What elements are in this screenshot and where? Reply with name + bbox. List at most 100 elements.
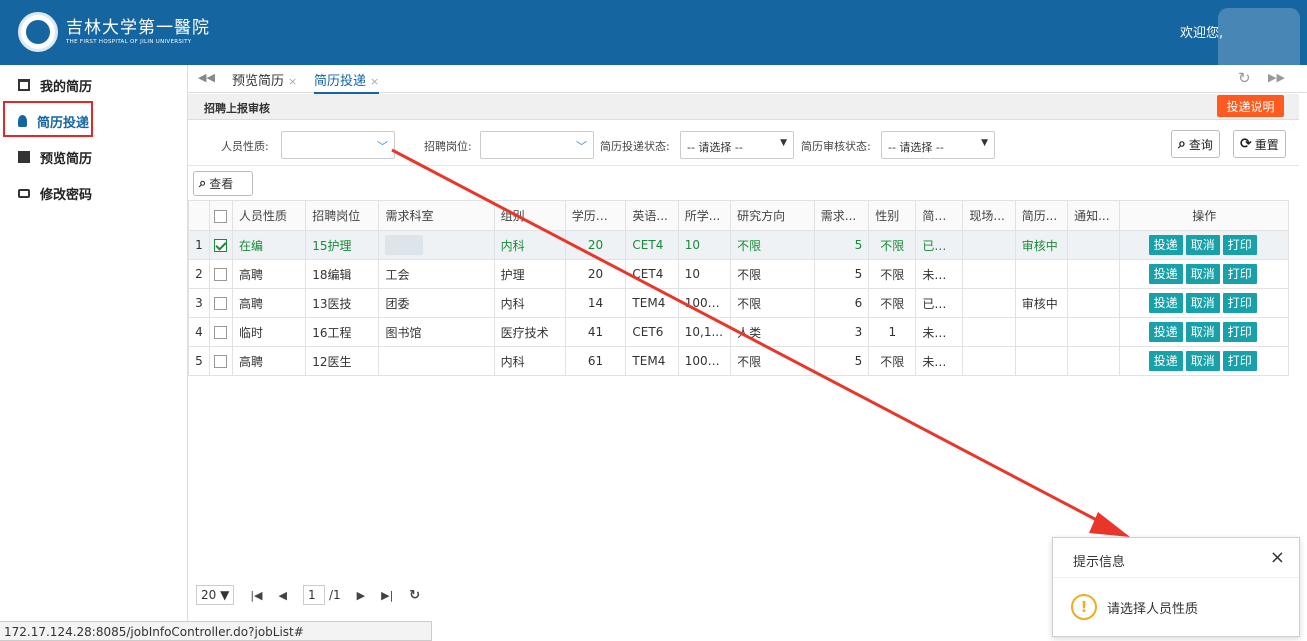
column-header[interactable]: 人员性质: [231, 200, 307, 231]
print-button[interactable]: 打印: [1222, 351, 1257, 371]
sidebar-item-label: 预览简历: [40, 151, 93, 167]
column-header[interactable]: 学历要求: [564, 200, 627, 231]
user-avatar-area[interactable]: [1218, 8, 1300, 65]
cell-resume: 已投递: [915, 230, 964, 260]
deliver-button[interactable]: 投递: [1148, 322, 1183, 342]
tab-scroll-right-icon[interactable]: ▶▶: [1268, 71, 1285, 84]
position-select[interactable]: ﹀: [480, 131, 594, 159]
last-page-icon[interactable]: ▶|: [381, 589, 393, 602]
column-header[interactable]: 所学...: [677, 200, 732, 231]
sidebar-item-change-password[interactable]: 修改密码: [0, 175, 187, 211]
reset-button[interactable]: ⟳ 重置: [1233, 130, 1286, 158]
cell-site: [962, 230, 1016, 260]
column-header[interactable]: 需求科室: [378, 200, 495, 231]
search-icon: ⌕: [199, 176, 207, 191]
row-number: 1: [188, 230, 210, 260]
column-header[interactable]: 性别: [868, 200, 917, 231]
search-icon: ⌕: [1178, 136, 1186, 152]
tab-resume-delivery[interactable]: 简历投递 ×: [314, 70, 380, 94]
refresh-icon[interactable]: ↻: [1238, 69, 1251, 87]
row-checkbox[interactable]: [208, 230, 233, 260]
column-header[interactable]: 招聘岗位: [305, 200, 380, 231]
column-header[interactable]: 简历...: [915, 200, 964, 231]
column-header[interactable]: 需求...: [813, 200, 870, 231]
cancel-button[interactable]: 取消: [1185, 293, 1220, 313]
cancel-button[interactable]: 取消: [1185, 235, 1220, 255]
cell-post: 13医技: [305, 288, 380, 318]
deliver-button[interactable]: 投递: [1148, 235, 1183, 255]
deliver-button[interactable]: 投递: [1148, 264, 1183, 284]
column-header[interactable]: 现场...: [962, 200, 1016, 231]
table-row[interactable]: 3 高聘 13医技 团委 内科 14 TEM4 1002... 不限 6 不限 已投递 审核中 投递 取消打…: [188, 288, 1289, 318]
cell-type: 高聘: [231, 288, 307, 318]
delivery-status-select[interactable]: -- 请选择 -- ▼: [680, 131, 794, 159]
cell-post: 16工程: [305, 317, 380, 347]
sidebar-item-preview-resume[interactable]: 预览简历: [0, 139, 187, 175]
table-row[interactable]: 2 高聘 18编辑 工会 护理 20 CET4 10 不限 5 不限 未投递 投递 取消 打印: [188, 259, 1289, 289]
cell-major: 10: [677, 259, 732, 289]
print-button[interactable]: 打印: [1222, 264, 1257, 284]
prev-page-icon[interactable]: ◀: [279, 589, 287, 602]
review-status-select[interactable]: -- 请选择 -- ▼: [881, 131, 995, 159]
cell-group: 内科: [493, 230, 566, 260]
deliver-button[interactable]: 投递: [1148, 293, 1183, 313]
cell-research: 不限: [730, 259, 815, 289]
cancel-button[interactable]: 取消: [1185, 322, 1220, 342]
select-all-checkbox[interactable]: [208, 200, 233, 231]
cell-post: 12医生: [305, 346, 380, 376]
sidebar-item-label: 修改密码: [40, 187, 93, 203]
close-icon[interactable]: ×: [1270, 547, 1285, 568]
cell-actions: 投递 取消 打印: [1119, 230, 1289, 260]
page-number-input[interactable]: 1: [302, 585, 325, 605]
warning-icon: !: [1071, 594, 1097, 620]
delivery-status-label: 简历投递状态:: [600, 140, 670, 153]
first-page-icon[interactable]: |◀: [250, 589, 262, 602]
cell-notice: [1067, 317, 1121, 347]
staff-type-select[interactable]: ﹀: [281, 131, 395, 159]
tab-close-icon[interactable]: ×: [288, 75, 297, 88]
cell-edu: 20: [564, 230, 627, 260]
deliver-button[interactable]: 投递: [1148, 351, 1183, 371]
cell-dept: [378, 346, 495, 376]
cell-resume: 未投递: [915, 259, 964, 289]
reload-icon[interactable]: ↻: [409, 588, 420, 603]
cell-research: 不限: [730, 230, 815, 260]
print-button[interactable]: 打印: [1222, 235, 1257, 255]
row-checkbox[interactable]: [208, 288, 233, 318]
tab-scroll-left-icon[interactable]: ◀◀: [198, 71, 215, 84]
cancel-button[interactable]: 取消: [1185, 351, 1220, 371]
column-header[interactable]: 通知...: [1067, 200, 1121, 231]
page-size-select[interactable]: 20 ▼: [196, 585, 235, 605]
cell-need: 5: [813, 346, 870, 376]
cell-research: 人类: [730, 317, 815, 347]
job-table: 人员性质 招聘岗位 需求科室 组别 学历要求 英语... 所学... 研究方向 …: [188, 200, 1299, 376]
column-header[interactable]: 研究方向: [730, 200, 815, 231]
column-header[interactable]: 简历...: [1014, 200, 1069, 231]
delivery-help-button[interactable]: 投递说明: [1217, 95, 1284, 117]
sidebar-item-my-resume[interactable]: 我的简历: [0, 67, 187, 103]
row-checkbox[interactable]: [208, 259, 233, 289]
tab-close-icon[interactable]: ×: [370, 75, 379, 88]
cell-type: 高聘: [231, 346, 307, 376]
tab-preview-resume[interactable]: 预览简历 ×: [232, 70, 297, 89]
hospital-seal-icon: [18, 12, 58, 52]
column-header[interactable]: 英语...: [625, 200, 679, 231]
row-checkbox[interactable]: [208, 346, 233, 376]
chevron-down-icon: ﹀: [576, 140, 587, 153]
print-button[interactable]: 打印: [1222, 322, 1257, 342]
notification-toast: 提示信息 × ! 请选择人员性质: [1052, 537, 1300, 637]
cell-actions: 投递 取消 打印: [1119, 259, 1289, 289]
search-button[interactable]: ⌕ 查询: [1171, 130, 1220, 158]
table-row[interactable]: 1 在编 15护理 内科 20 CET4 10 不限 5 不限 已投递 审核中 投递 取消 打印: [188, 230, 1289, 260]
print-button[interactable]: 打印: [1222, 293, 1257, 313]
cell-dept: [378, 230, 495, 260]
filter-bar: 人员性质: ﹀ 招聘岗位: ﹀ 简历投递状态: -- 请选择 -- ▼ 简历审核状…: [188, 120, 1299, 166]
column-header[interactable]: 组别: [493, 200, 566, 231]
column-header: 操作: [1119, 200, 1289, 231]
next-page-icon[interactable]: ▶: [357, 589, 365, 602]
view-button[interactable]: ⌕ 查看: [193, 171, 253, 196]
table-row[interactable]: 5 高聘 12医生 内科 61 TEM4 1004... 不限 5 不限 未投递 投递 取消 打印: [188, 346, 1289, 376]
table-row[interactable]: 4 临时 16工程 图书馆 医疗技术 41 CET6 10,1... 人类 3 1 未投递 投递 取消 打印: [188, 317, 1289, 347]
cancel-button[interactable]: 取消: [1185, 264, 1220, 284]
row-checkbox[interactable]: [208, 317, 233, 347]
